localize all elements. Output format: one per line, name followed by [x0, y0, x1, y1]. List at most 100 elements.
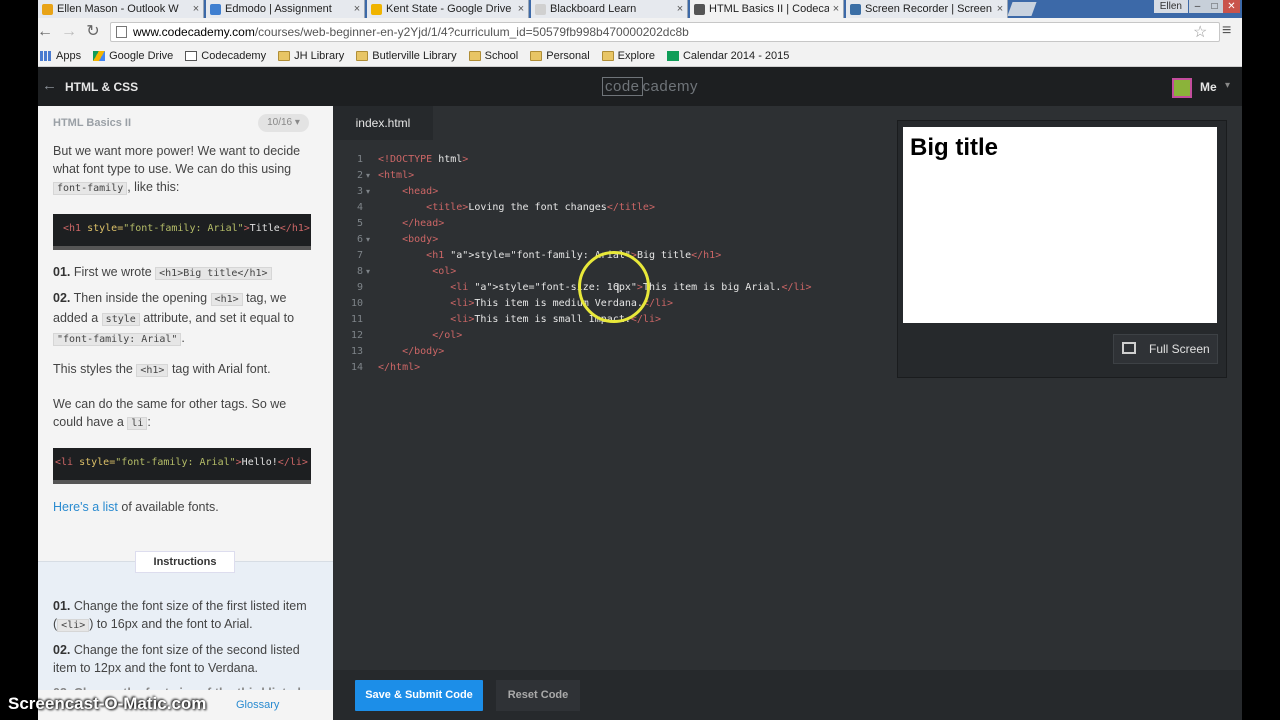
url-host: www.codecademy.com — [133, 25, 255, 39]
tab-label: HTML Basics II | Codecade — [709, 3, 829, 15]
bookmark-item[interactable]: JH Library — [278, 50, 344, 62]
bookmark-label: JH Library — [294, 49, 345, 62]
bookmark-item[interactable]: Codecademy — [185, 50, 266, 62]
browser-tab[interactable]: Blackboard Learn × — [531, 0, 688, 18]
code-line[interactable]: </body> — [378, 346, 444, 357]
bookmark-item[interactable]: Calendar 2014 - 2015 — [666, 49, 790, 62]
close-tab-icon[interactable]: × — [673, 3, 687, 15]
watermark: Screencast-O-Matic.com — [8, 694, 207, 713]
code-line[interactable]: <title>Loving the font changes</title> — [378, 202, 655, 213]
edmodo-icon — [210, 3, 221, 15]
fold-arrow-icon[interactable]: ▾ — [366, 235, 370, 244]
close-window-button[interactable]: ✕ — [1223, 0, 1240, 13]
code-line[interactable]: <ol> — [378, 266, 456, 277]
browser-tab[interactable]: Ellen Mason - Outlook W × — [38, 0, 204, 18]
fold-arrow-icon[interactable]: ▾ — [366, 267, 370, 276]
bookmark-item[interactable]: Apps — [40, 50, 81, 62]
back-arrow-icon[interactable]: ← — [42, 77, 57, 94]
folder-icon — [530, 50, 543, 61]
sheets-icon — [666, 50, 679, 61]
file-tab[interactable]: index.html — [333, 106, 433, 140]
codecademy-icon — [694, 3, 705, 15]
code-line[interactable]: <!DOCTYPE html> — [378, 154, 468, 165]
outlook-icon — [42, 3, 53, 15]
user-menu[interactable]: Me — [1200, 80, 1217, 94]
glossary-link[interactable]: Glossary — [236, 699, 279, 711]
browser-tab[interactable]: Kent State - Google Drive × — [367, 0, 529, 18]
chevron-down-icon[interactable]: ▾ — [1225, 80, 1230, 91]
step-1: 01. First we wrote <h1>Big title</h1> — [53, 263, 318, 283]
bookmarks-bar: Apps Google Drive Codecademy JH Library Butl… — [38, 45, 1242, 67]
full-screen-icon — [1122, 342, 1136, 354]
code-example: <h1 style="font-family: Arial">Title</h1… — [53, 214, 311, 250]
line-number: 3 — [356, 186, 363, 197]
code-line[interactable]: <head> — [378, 186, 438, 197]
back-icon[interactable]: ← — [38, 18, 56, 45]
code-line[interactable]: <html> — [378, 170, 414, 181]
bookmark-item[interactable]: Butlerville Library — [356, 49, 457, 62]
instruction-1: 01. Change the font size of the first li… — [53, 599, 307, 632]
line-number: 7 — [356, 250, 363, 261]
line-number: 13 — [350, 346, 363, 357]
codecademy-logo[interactable]: code cademy — [602, 77, 698, 96]
screencast-icon — [850, 3, 861, 15]
line-gutter: 1 2 ▾ 3 ▾ 4 5 6 ▾ 7 8 ▾ 9 10 11 12 13 14 — [333, 140, 371, 670]
bookmark-label: Codecademy — [201, 49, 267, 62]
forward-icon[interactable]: → — [58, 18, 80, 45]
tab-label: Screen Recorder | Screen — [865, 3, 992, 15]
close-tab-icon[interactable]: × — [993, 3, 1007, 15]
tab-label: Edmodo | Assignment — [225, 3, 332, 15]
browser-tab[interactable]: HTML Basics II | Codecade × — [690, 0, 844, 18]
save-submit-button[interactable]: Save & Submit Code — [355, 680, 483, 711]
code-line[interactable]: <h1 "a">style="font-family: Arial">Big t… — [378, 250, 721, 261]
minimize-button[interactable]: – — [1189, 0, 1206, 13]
bookmark-label: Apps — [56, 49, 82, 62]
close-tab-icon[interactable]: × — [350, 3, 364, 15]
page-icon — [116, 26, 127, 38]
code-line[interactable]: <body> — [378, 234, 438, 245]
bookmark-label: School — [484, 49, 519, 62]
close-tab-icon[interactable]: × — [189, 3, 203, 15]
preview-heading: Big title — [910, 134, 998, 161]
profile-badge[interactable]: Ellen — [1153, 0, 1188, 13]
menu-icon[interactable]: ≡ — [1222, 22, 1231, 40]
cursor-highlight — [578, 251, 650, 323]
bookmark-label: Calendar 2014 - 2015 — [682, 49, 790, 62]
lesson-paragraph: We can do the same for other tags. So we… — [53, 397, 287, 430]
lesson-paragraph: Here's a list of available fonts. — [53, 500, 219, 514]
bookmark-item[interactable]: Explore — [601, 50, 655, 62]
bookmark-label: Personal — [546, 49, 590, 62]
line-number: 11 — [350, 314, 363, 325]
browser-tab[interactable]: Edmodo | Assignment × — [206, 0, 365, 18]
fonts-link[interactable]: Here's a list — [53, 500, 118, 514]
maximize-button[interactable]: □ — [1206, 0, 1223, 13]
reload-icon[interactable]: ↻ — [82, 18, 104, 45]
bookmark-item[interactable]: School — [468, 49, 519, 62]
course-title[interactable]: HTML & CSS — [65, 80, 138, 94]
folder-icon — [278, 50, 291, 61]
code-line[interactable]: </head> — [378, 218, 444, 229]
code-line[interactable]: </ol> — [378, 330, 462, 341]
close-tab-icon[interactable]: × — [514, 3, 528, 15]
reset-code-button[interactable]: Reset Code — [496, 680, 580, 711]
close-tab-icon[interactable]: × — [829, 3, 843, 15]
bookmark-label: Google Drive — [109, 49, 174, 62]
bookmark-label: Butlerville Library — [372, 49, 457, 62]
bookmark-item[interactable]: Personal — [530, 49, 590, 62]
new-tab-button[interactable] — [1007, 2, 1037, 16]
instructions-label: Instructions — [135, 551, 235, 573]
fold-arrow-icon[interactable]: ▾ — [366, 171, 370, 180]
avatar[interactable] — [1172, 78, 1192, 98]
folder-icon — [601, 50, 614, 61]
bookmark-star-icon[interactable]: ☆ — [1193, 22, 1207, 42]
fold-arrow-icon[interactable]: ▾ — [366, 187, 370, 196]
browser-tab[interactable]: Screen Recorder | Screen × — [846, 0, 1008, 18]
line-number: 1 — [356, 154, 363, 165]
code-line[interactable]: </html> — [378, 362, 420, 373]
line-number: 14 — [350, 362, 363, 373]
tab-label: Kent State - Google Drive — [386, 3, 512, 15]
progress-dropdown[interactable]: 10/16 ▾ — [258, 114, 309, 132]
bookmark-item[interactable]: Google Drive — [93, 50, 173, 62]
address-bar[interactable]: www.codecademy.com/courses/web-beginner-… — [110, 22, 1220, 42]
tab-label: Blackboard Learn — [550, 3, 637, 15]
